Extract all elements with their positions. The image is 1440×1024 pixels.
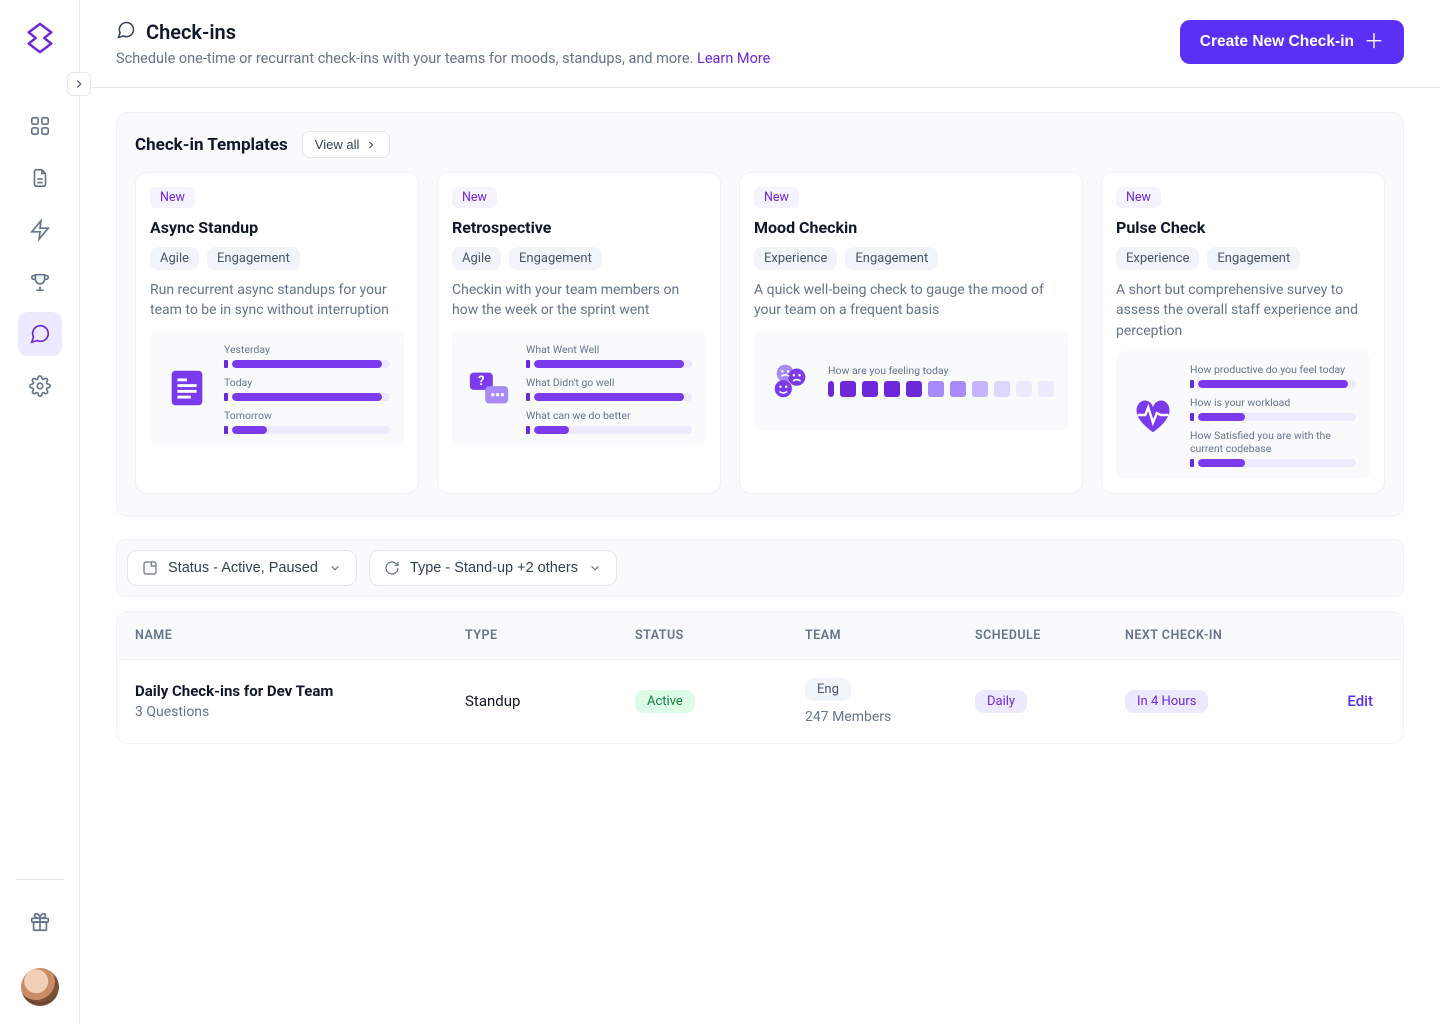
chevron-down-icon <box>588 561 602 575</box>
template-description: Checkin with your team members on how th… <box>452 280 706 321</box>
template-name: Mood Checkin <box>754 218 1068 237</box>
template-preview-icon <box>1130 392 1176 438</box>
template-name: Retrospective <box>452 218 706 237</box>
row-type: Standup <box>465 692 635 710</box>
view-all-button[interactable]: View all <box>302 131 391 158</box>
row-name: Daily Check-ins for Dev Team <box>135 682 453 700</box>
template-card[interactable]: New Pulse Check Experience Engagement A s… <box>1101 172 1385 494</box>
filters-bar: Status - Active, Paused Type - Stand-up … <box>116 539 1404 597</box>
checkins-icon <box>116 20 136 44</box>
template-name: Async Standup <box>150 218 404 237</box>
checkins-table: NAME TYPE STATUS TEAM SCHEDULE NEXT CHEC… <box>116 611 1404 744</box>
new-badge: New <box>1116 187 1161 208</box>
preview-question: How Satisfied you are with the current c… <box>1190 429 1356 455</box>
subtitle-text: Schedule one-time or recurrant check-ins… <box>116 50 697 67</box>
templates-panel: Check-in Templates View all New Async St… <box>116 112 1404 517</box>
template-preview: Yesterday Today Tomorrow <box>150 331 404 446</box>
filter-status-label: Status - Active, Paused <box>168 560 318 576</box>
table-row[interactable]: Daily Check-ins for Dev Team 3 Questions… <box>117 659 1403 743</box>
chevron-right-icon <box>365 139 377 151</box>
app-logo <box>22 20 58 56</box>
filter-type[interactable]: Type - Stand-up +2 others <box>369 550 617 586</box>
col-team: TEAM <box>805 628 975 643</box>
nav-gifts[interactable] <box>18 900 62 944</box>
preview-question: How is your workload <box>1190 396 1356 409</box>
template-name: Pulse Check <box>1116 218 1370 237</box>
template-tag: Agile <box>150 247 199 270</box>
create-checkin-button[interactable]: Create New Check-in ＋ <box>1180 20 1404 64</box>
preview-question: What Didn't go well <box>526 376 692 389</box>
plus-icon: ＋ <box>1364 32 1384 52</box>
status-badge: Active <box>635 690 695 713</box>
template-preview-icon <box>768 358 814 404</box>
team-members: 247 Members <box>805 709 963 725</box>
template-tag: Experience <box>1116 247 1199 270</box>
nav-actions[interactable] <box>18 208 62 252</box>
template-preview-icon: ? <box>466 365 512 411</box>
learn-more-link[interactable]: Learn More <box>697 50 770 67</box>
page-subtitle: Schedule one-time or recurrant check-ins… <box>116 50 770 67</box>
col-type: TYPE <box>465 628 635 643</box>
new-badge: New <box>452 187 497 208</box>
table-header: NAME TYPE STATUS TEAM SCHEDULE NEXT CHEC… <box>117 612 1403 659</box>
view-all-label: View all <box>315 137 360 152</box>
sidebar-expand-button[interactable] <box>67 72 91 96</box>
template-description: A short but comprehensive survey to asse… <box>1116 280 1370 341</box>
page-header: Check-ins Schedule one-time or recurrant… <box>80 0 1440 88</box>
sidebar <box>0 0 80 1024</box>
preview-question: What Went Well <box>526 343 692 356</box>
page-title: Check-ins <box>146 20 236 44</box>
nav-dashboard[interactable] <box>18 104 62 148</box>
template-preview: How are you feeling today <box>754 331 1068 431</box>
nav-settings[interactable] <box>18 364 62 408</box>
user-avatar[interactable] <box>21 968 59 1006</box>
templates-title: Check-in Templates <box>135 135 288 155</box>
main: Check-ins Schedule one-time or recurrant… <box>80 0 1440 1024</box>
template-card[interactable]: New Async Standup Agile Engagement Run re… <box>135 172 419 494</box>
preview-question: Yesterday <box>224 343 390 356</box>
preview-question: How are you feeling today <box>828 364 1054 377</box>
preview-question: What can we do better <box>526 409 692 422</box>
template-preview-icon <box>164 365 210 411</box>
filter-type-label: Type - Stand-up +2 others <box>410 560 578 576</box>
template-tag: Agile <box>452 247 501 270</box>
nav-checkins[interactable] <box>18 312 62 356</box>
template-card[interactable]: New Retrospective Agile Engagement Checki… <box>437 172 721 494</box>
template-tag: Engagement <box>845 247 938 270</box>
preview-question: Tomorrow <box>224 409 390 422</box>
create-button-label: Create New Check-in <box>1200 33 1354 51</box>
chevron-down-icon <box>328 561 342 575</box>
nav-documents[interactable] <box>18 156 62 200</box>
nav-awards[interactable] <box>18 260 62 304</box>
preview-question: Today <box>224 376 390 389</box>
row-subtitle: 3 Questions <box>135 704 453 720</box>
col-name: NAME <box>135 628 465 643</box>
edit-link[interactable]: Edit <box>1347 692 1373 710</box>
template-card[interactable]: New Mood Checkin Experience Engagement A … <box>739 172 1083 494</box>
team-badge: Eng <box>805 678 851 701</box>
schedule-badge: Daily <box>975 690 1027 713</box>
col-next: NEXT CHECK-IN <box>1125 628 1315 643</box>
template-tag: Experience <box>754 247 837 270</box>
template-preview: How productive do you feel today How is … <box>1116 351 1370 479</box>
template-description: A quick well-being check to gauge the mo… <box>754 280 1068 321</box>
template-tag: Engagement <box>509 247 602 270</box>
status-icon <box>142 560 158 576</box>
refresh-icon <box>384 560 400 576</box>
new-badge: New <box>150 187 195 208</box>
template-tag: Engagement <box>1207 247 1300 270</box>
template-preview: ? What Went Well What Didn't go well Wha… <box>452 331 706 446</box>
svg-text:?: ? <box>478 374 484 389</box>
template-tag: Engagement <box>207 247 300 270</box>
col-schedule: SCHEDULE <box>975 628 1125 643</box>
template-description: Run recurrent async standups for your te… <box>150 280 404 321</box>
new-badge: New <box>754 187 799 208</box>
filter-status[interactable]: Status - Active, Paused <box>127 550 357 586</box>
next-checkin-badge: In 4 Hours <box>1125 690 1208 713</box>
preview-question: How productive do you feel today <box>1190 363 1356 376</box>
divider <box>16 879 64 880</box>
col-status: STATUS <box>635 628 805 643</box>
